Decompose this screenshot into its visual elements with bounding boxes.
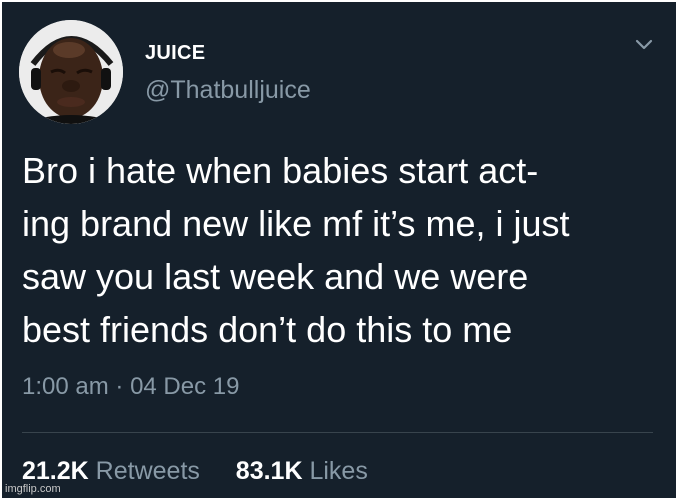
engagement-stats: 21.2K Retweets 83.1K Likes — [22, 457, 368, 486]
retweets-count: 21.2K — [22, 457, 89, 485]
likes-label: Likes — [309, 457, 368, 485]
profile-photo — [19, 20, 123, 124]
display-name[interactable]: JUICE — [145, 42, 205, 65]
retweets-label: Retweets — [95, 457, 200, 485]
tweet-timestamp[interactable]: 1:00 am · 04 Dec 19 — [22, 373, 239, 401]
chevron-down-icon[interactable] — [634, 38, 654, 52]
meta-separator: · — [115, 373, 124, 400]
user-handle[interactable]: @Thatbulljuice — [145, 76, 311, 105]
retweets-stat[interactable]: 21.2K Retweets — [22, 457, 207, 485]
likes-count: 83.1K — [235, 457, 303, 485]
divider — [22, 432, 653, 433]
watermark: imgflip.com — [5, 483, 61, 495]
tweet-card: JUICE @Thatbulljuice Bro i hate when bab… — [2, 2, 676, 498]
tweet-text: Bro i hate when babies start act- ing br… — [22, 150, 570, 350]
tweet-date: 04 Dec 19 — [130, 373, 240, 400]
avatar[interactable] — [19, 20, 123, 124]
tweet-time: 1:00 am — [22, 373, 109, 400]
likes-stat[interactable]: 83.1K Likes — [236, 457, 368, 485]
